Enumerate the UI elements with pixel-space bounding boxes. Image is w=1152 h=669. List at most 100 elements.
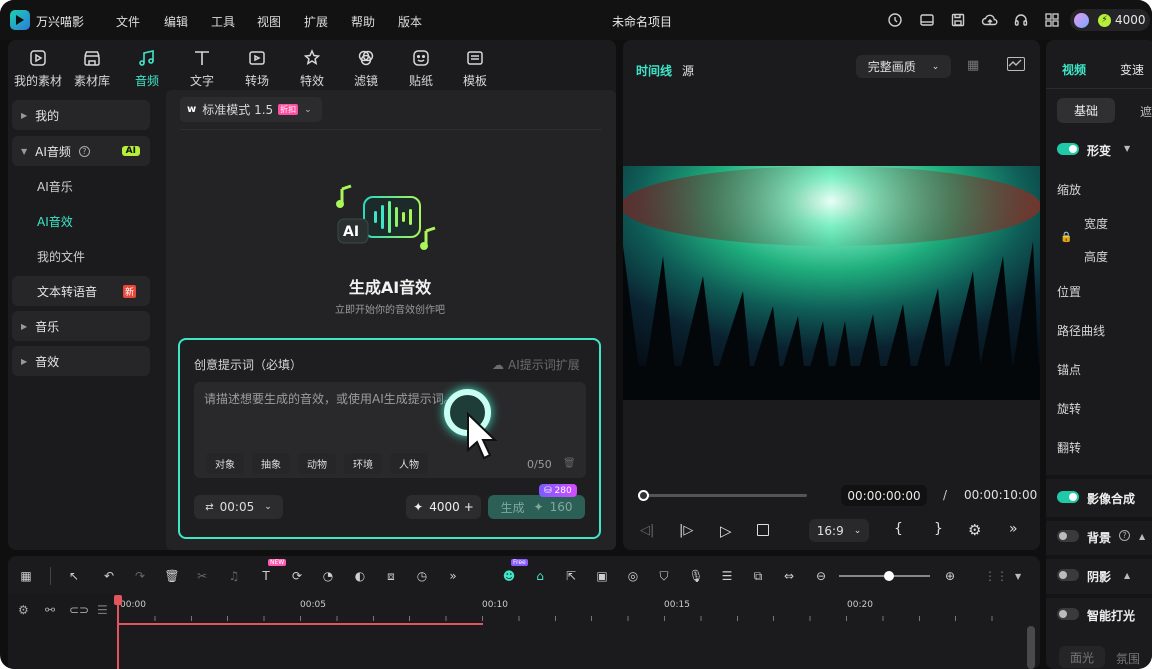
export-clip-icon[interactable]: ⇱ bbox=[561, 566, 581, 586]
scope-icon[interactable] bbox=[1007, 57, 1025, 71]
timeline-scrollbar[interactable] bbox=[1027, 626, 1035, 669]
help-icon[interactable]: ? bbox=[78, 145, 90, 157]
help-icon[interactable]: ? bbox=[1119, 530, 1130, 541]
section-transform[interactable]: 形变 bbox=[1087, 142, 1111, 159]
sidebar-item-music[interactable]: ▶ 音乐 bbox=[12, 311, 150, 341]
grid-view-icon[interactable]: ▦ bbox=[967, 58, 979, 73]
section-shadow[interactable]: 阴影 bbox=[1087, 568, 1111, 585]
playhead[interactable] bbox=[117, 596, 119, 669]
tab-source[interactable]: 源 bbox=[682, 62, 694, 79]
fit-width-icon[interactable]: ⇔ bbox=[779, 566, 799, 586]
tab-text[interactable]: 文字 bbox=[177, 46, 227, 89]
ai-copilot-icon[interactable]: ☻ bbox=[499, 566, 519, 586]
section-compositing[interactable]: 影像合成 bbox=[1087, 490, 1135, 507]
unlink-icon[interactable]: ⚯ bbox=[45, 603, 55, 617]
image-edit-icon[interactable]: ▣ bbox=[592, 566, 612, 586]
save-icon[interactable] bbox=[948, 10, 968, 30]
track-list-icon[interactable]: ☰ bbox=[97, 603, 108, 617]
apps-grid-icon[interactable] bbox=[1042, 10, 1062, 30]
split-scissors-icon[interactable]: ✂ bbox=[192, 566, 212, 586]
speed-icon[interactable]: ◔ bbox=[318, 566, 338, 586]
select-pointer-icon[interactable]: ↖ bbox=[64, 566, 84, 586]
audio-split-icon[interactable]: ♫ bbox=[224, 566, 244, 586]
clear-icon[interactable]: 🗑 bbox=[563, 458, 576, 469]
tab-effects[interactable]: 特效 bbox=[287, 46, 337, 89]
prompt-expand-button[interactable]: ☁ AI提示词扩展 bbox=[492, 356, 580, 373]
next-frame-icon[interactable]: |▷ bbox=[679, 523, 693, 538]
caret-up-icon[interactable]: ▲ bbox=[1139, 532, 1145, 541]
tab-filters[interactable]: 滤镜 bbox=[341, 46, 391, 89]
sidebar-item-tts[interactable]: 文本转语音 新 bbox=[12, 276, 150, 306]
link-lock-icon[interactable]: 🔒 bbox=[1060, 232, 1072, 243]
shadow-toggle[interactable] bbox=[1057, 569, 1079, 581]
light-mode-ambient[interactable]: 氛围 bbox=[1116, 650, 1140, 667]
subtab-mask[interactable]: 遮 bbox=[1140, 103, 1152, 120]
audio-mixer-icon[interactable]: ☰ bbox=[717, 566, 737, 586]
tab-templates[interactable]: 模板 bbox=[450, 46, 500, 89]
layout-grid-icon[interactable]: ▦ bbox=[16, 566, 36, 586]
tab-stock[interactable]: 素材库 bbox=[67, 46, 117, 89]
menu-edit[interactable]: 编辑 bbox=[164, 13, 188, 30]
caret-up-icon[interactable]: ▲ bbox=[1124, 571, 1130, 580]
tab-speed[interactable]: 变速 bbox=[1120, 61, 1144, 78]
generate-button[interactable]: 生成 ✦ 160 bbox=[488, 495, 585, 519]
smart-cutout-icon[interactable]: ⧈ bbox=[381, 566, 401, 586]
section-background[interactable]: 背景 bbox=[1087, 529, 1111, 546]
sidebar-item-sfx[interactable]: ▶ 音效 bbox=[12, 346, 150, 376]
link-icon[interactable]: ⊂⊃ bbox=[69, 603, 89, 617]
light-mode-face[interactable]: 面光 bbox=[1059, 646, 1105, 668]
caret-down-icon[interactable]: ▼ bbox=[1124, 144, 1130, 153]
settings-gear-icon[interactable]: ⚙ bbox=[968, 521, 981, 539]
background-toggle[interactable] bbox=[1057, 530, 1079, 542]
tab-transitions[interactable]: 转场 bbox=[232, 46, 282, 89]
timer-icon[interactable]: ◷ bbox=[412, 566, 432, 586]
ai-robot-icon[interactable]: ⌂ bbox=[530, 566, 550, 586]
scrubber-handle[interactable] bbox=[638, 490, 649, 501]
more-icon[interactable]: » bbox=[1009, 521, 1018, 537]
subtab-basic[interactable]: 基础 bbox=[1057, 98, 1115, 123]
tag-person[interactable]: 人物 bbox=[390, 453, 428, 474]
undo-icon[interactable]: ↶ bbox=[99, 566, 119, 586]
mark-out-icon[interactable]: } bbox=[934, 521, 943, 537]
playback-scrubber[interactable] bbox=[643, 494, 807, 497]
tag-abstract[interactable]: 抽象 bbox=[252, 453, 290, 474]
microphone-icon[interactable]: 🎙 bbox=[686, 566, 706, 586]
mark-in-icon[interactable]: { bbox=[894, 521, 903, 537]
sidebar-item-ai-sfx[interactable]: AI音效 bbox=[37, 213, 73, 230]
tab-stickers[interactable]: 贴纸 bbox=[396, 46, 446, 89]
chevron-down-icon[interactable]: ▼ bbox=[1015, 572, 1021, 581]
delete-icon[interactable]: 🗑 bbox=[162, 566, 182, 586]
smart-light-toggle[interactable] bbox=[1057, 608, 1079, 620]
menu-file[interactable]: 文件 bbox=[116, 13, 140, 30]
aspect-ratio-select[interactable]: 16:9 ⌄ bbox=[809, 519, 869, 542]
menu-help[interactable]: 帮助 bbox=[351, 13, 375, 30]
support-headset-icon[interactable] bbox=[1011, 10, 1031, 30]
sidebar-item-ai-audio[interactable]: ▼ AI音频? AI bbox=[12, 136, 150, 166]
tab-video[interactable]: 视频 bbox=[1062, 61, 1086, 78]
duration-select[interactable]: ⇄ 00:05 ⌄ bbox=[194, 495, 283, 519]
sidebar-item-ai-music[interactable]: AI音乐 bbox=[37, 178, 73, 195]
color-palette-icon[interactable]: ◐ bbox=[350, 566, 370, 586]
menu-view[interactable]: 视图 bbox=[257, 13, 281, 30]
menu-extensions[interactable]: 扩展 bbox=[304, 13, 328, 30]
menu-tools[interactable]: 工具 bbox=[211, 13, 235, 30]
shield-icon[interactable]: ⛉ bbox=[654, 566, 674, 586]
replace-media-icon[interactable]: ⧉ bbox=[748, 566, 768, 586]
more-tools-icon[interactable]: » bbox=[443, 566, 463, 586]
tab-my-media[interactable]: 我的素材 bbox=[13, 46, 63, 89]
redo-icon[interactable]: ↷ bbox=[130, 566, 150, 586]
stop-icon[interactable] bbox=[757, 524, 769, 536]
tab-timeline[interactable]: 时间线 bbox=[636, 62, 672, 79]
cloud-upload-icon[interactable] bbox=[980, 10, 1000, 30]
sidebar-item-my-files[interactable]: 我的文件 bbox=[37, 248, 85, 265]
quality-select[interactable]: 完整画质 ⌄ bbox=[856, 55, 951, 78]
tag-environment[interactable]: 环境 bbox=[344, 453, 382, 474]
sidebar-item-mine[interactable]: ▶ 我的 bbox=[12, 100, 150, 130]
tag-object[interactable]: 对象 bbox=[206, 453, 244, 474]
tag-animal[interactable]: 动物 bbox=[298, 453, 336, 474]
transform-toggle[interactable] bbox=[1057, 143, 1079, 155]
ai-text-icon[interactable]: T bbox=[256, 566, 276, 586]
zoom-slider-handle[interactable] bbox=[884, 571, 894, 581]
feedback-icon[interactable] bbox=[885, 10, 905, 30]
mode-selector[interactable]: ᴡ 标准模式 1.5 折扣 ⌄ bbox=[180, 97, 322, 122]
